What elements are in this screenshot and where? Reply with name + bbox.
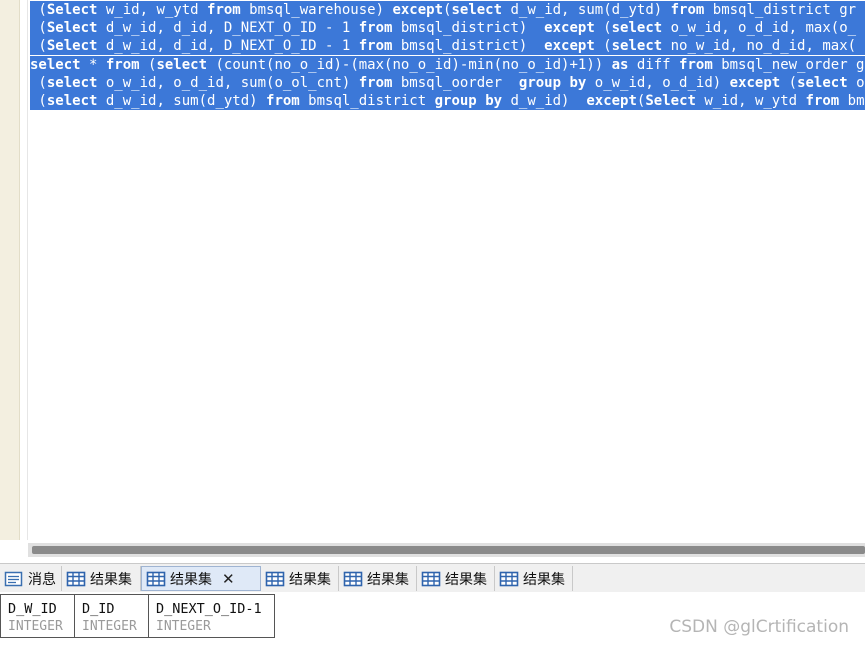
message-icon: [4, 571, 23, 586]
tab-label: 结果集: [90, 571, 132, 588]
tab-messages[interactable]: 消息: [0, 566, 62, 591]
column-name: D_NEXT_O_ID-1: [156, 601, 262, 617]
tab-label: 结果集: [289, 571, 331, 588]
code-line[interactable]: (Select d_w_id, d_id, D_NEXT_O_ID - 1 fr…: [30, 37, 865, 55]
tab-result-set-5[interactable]: 结果集: [417, 566, 495, 591]
tab-label: 消息: [28, 571, 56, 588]
watermark: CSDN @glCrtification: [669, 617, 849, 637]
tab-label: 结果集: [523, 571, 565, 588]
table-icon: [421, 571, 441, 586]
table-icon: [146, 571, 166, 586]
code-line[interactable]: (select o_w_id, o_d_id, sum(o_ol_cnt) fr…: [30, 74, 865, 92]
scrollbar-thumb[interactable]: [32, 546, 865, 554]
column-header-d-w-id[interactable]: D_W_ID INTEGER: [0, 594, 75, 638]
column-name: D_ID: [82, 601, 115, 617]
table-icon: [265, 571, 285, 586]
tab-result-set-4[interactable]: 结果集: [339, 566, 417, 591]
code-line[interactable]: (select d_w_id, sum(d_ytd) from bmsql_di…: [30, 92, 865, 110]
column-type: INTEGER: [156, 619, 211, 634]
code-line[interactable]: select * from (select (count(no_o_id)-(m…: [30, 56, 865, 74]
close-icon[interactable]: ✕: [222, 570, 235, 588]
column-type: INTEGER: [8, 619, 63, 634]
column-name: D_W_ID: [8, 601, 57, 617]
code-line[interactable]: (Select d_w_id, d_id, D_NEXT_O_ID - 1 fr…: [30, 19, 865, 37]
tab-result-set-3[interactable]: 结果集: [261, 566, 339, 591]
tab-result-set-6[interactable]: 结果集: [495, 566, 573, 591]
horizontal-scrollbar[interactable]: [28, 543, 865, 557]
tab-label: 结果集: [367, 571, 409, 588]
table-icon: [499, 571, 519, 586]
table-icon: [343, 571, 363, 586]
result-tab-bar: 消息 结果集 结果集 ✕ 结果集 结果集 结果集 结果集: [0, 563, 865, 593]
column-header-d-next-o-id-1[interactable]: D_NEXT_O_ID-1 INTEGER: [149, 594, 275, 638]
column-type: INTEGER: [82, 619, 137, 634]
tab-result-set-2[interactable]: 结果集 ✕: [141, 566, 261, 591]
gutter-divider: [27, 0, 28, 540]
line-number-gutter: [0, 0, 20, 540]
sql-editor[interactable]: (Select w_id, w_ytd from bmsql_warehouse…: [30, 0, 865, 540]
tab-label: 结果集: [170, 571, 212, 588]
tab-label: 结果集: [445, 571, 487, 588]
column-header-d-id[interactable]: D_ID INTEGER: [75, 594, 149, 638]
table-icon: [66, 571, 86, 586]
code-line[interactable]: (Select w_id, w_ytd from bmsql_warehouse…: [30, 1, 865, 19]
tab-result-set-1[interactable]: 结果集: [62, 566, 141, 591]
